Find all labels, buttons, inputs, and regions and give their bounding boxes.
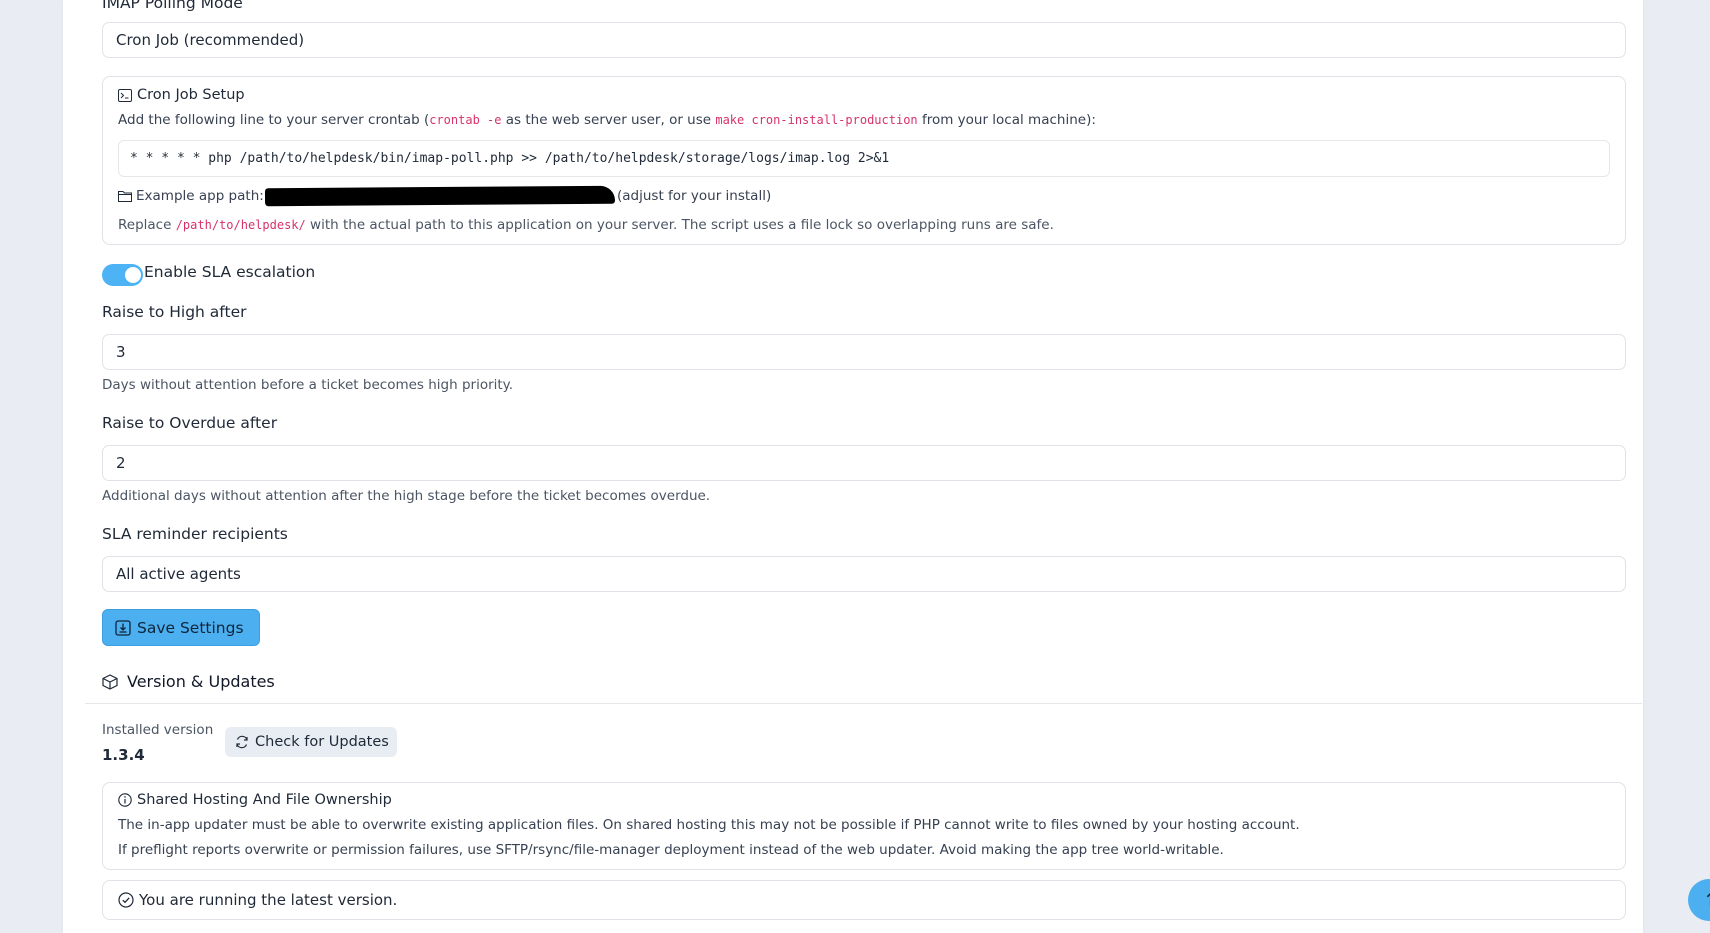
cron-instructions: Add the following line to your server cr…	[118, 112, 1096, 128]
sla-recipients-label: SLA reminder recipients	[102, 525, 288, 543]
imap-polling-select[interactable]: Cron Job (recommended)	[102, 22, 1626, 58]
shared-hosting-notice: Shared Hosting And File Ownership The in…	[102, 782, 1626, 870]
raise-overdue-label: Raise to Overdue after	[102, 414, 278, 432]
raise-high-help: Days without attention before a ticket b…	[102, 377, 514, 393]
check-circle-icon	[118, 892, 134, 908]
cron-setup-box: Cron Job Setup Add the following line to…	[102, 76, 1626, 245]
raise-high-label: Raise to High after	[102, 303, 247, 321]
shared-hosting-line2: If preflight reports overwrite or permis…	[118, 842, 1224, 858]
terminal-icon	[118, 88, 132, 102]
crontab-code: crontab -e	[429, 113, 502, 127]
sla-escalation-toggle[interactable]	[102, 264, 143, 286]
imap-polling-value: Cron Job (recommended)	[116, 31, 305, 49]
version-section-header: Version & Updates	[102, 672, 275, 691]
sla-recipients-select[interactable]: All active agents	[102, 556, 1626, 592]
refresh-icon	[236, 735, 248, 749]
cron-replace-note: Replace /path/to/helpdesk/ with the actu…	[118, 217, 1054, 233]
folder-icon	[118, 191, 132, 202]
redacted-path	[264, 185, 616, 207]
replace-suffix: with the actual path to this application…	[305, 217, 1054, 233]
arrow-up-icon: ↑	[1703, 890, 1710, 911]
example-path-label: Example app path:	[136, 188, 264, 204]
save-settings-label: Save Settings	[137, 618, 244, 637]
version-section-title: Version & Updates	[127, 672, 275, 691]
imap-polling-label: IMAP Polling Mode	[102, 0, 243, 12]
installed-version-value: 1.3.4	[102, 746, 145, 764]
cron-command[interactable]: * * * * * php /path/to/helpdesk/bin/imap…	[118, 140, 1610, 177]
example-path-suffix: (adjust for your install)	[617, 188, 772, 204]
raise-high-input[interactable]: 3	[102, 334, 1626, 370]
save-icon	[115, 619, 131, 636]
toggle-knob	[125, 267, 141, 283]
installed-version-label: Installed version	[102, 722, 214, 738]
shared-hosting-line1: The in-app updater must be able to overw…	[118, 817, 1300, 833]
scroll-top-button[interactable]: ↑	[1688, 879, 1710, 921]
save-settings-button[interactable]: Save Settings	[102, 609, 260, 646]
raise-overdue-input[interactable]: 2	[102, 445, 1626, 481]
raise-high-value: 3	[116, 343, 126, 361]
replace-code: /path/to/helpdesk/	[175, 218, 306, 232]
raise-overdue-value: 2	[116, 454, 126, 472]
shared-hosting-title: Shared Hosting And File Ownership	[137, 792, 392, 808]
update-status-box: You are running the latest version.	[102, 880, 1626, 920]
box-icon	[102, 673, 118, 690]
check-updates-button[interactable]: Check for Updates	[225, 727, 397, 757]
replace-prefix: Replace	[118, 217, 176, 233]
cron-instr-suffix: from your local machine):	[917, 112, 1096, 128]
cron-instr-prefix: Add the following line to your server cr…	[118, 112, 430, 128]
update-status-text: You are running the latest version.	[139, 891, 398, 909]
info-icon	[118, 793, 132, 807]
raise-overdue-help: Additional days without attention after …	[102, 488, 711, 504]
make-install-code: make cron-install-production	[715, 113, 918, 127]
cron-instr-mid: as the web server user, or use	[501, 112, 716, 128]
sla-toggle-label: Enable SLA escalation	[144, 263, 316, 281]
sla-recipients-value: All active agents	[116, 565, 241, 583]
section-divider	[85, 703, 1642, 704]
check-updates-label: Check for Updates	[255, 734, 389, 750]
cron-command-text: * * * * * php /path/to/helpdesk/bin/imap…	[130, 151, 890, 166]
cron-setup-title: Cron Job Setup	[137, 87, 245, 103]
